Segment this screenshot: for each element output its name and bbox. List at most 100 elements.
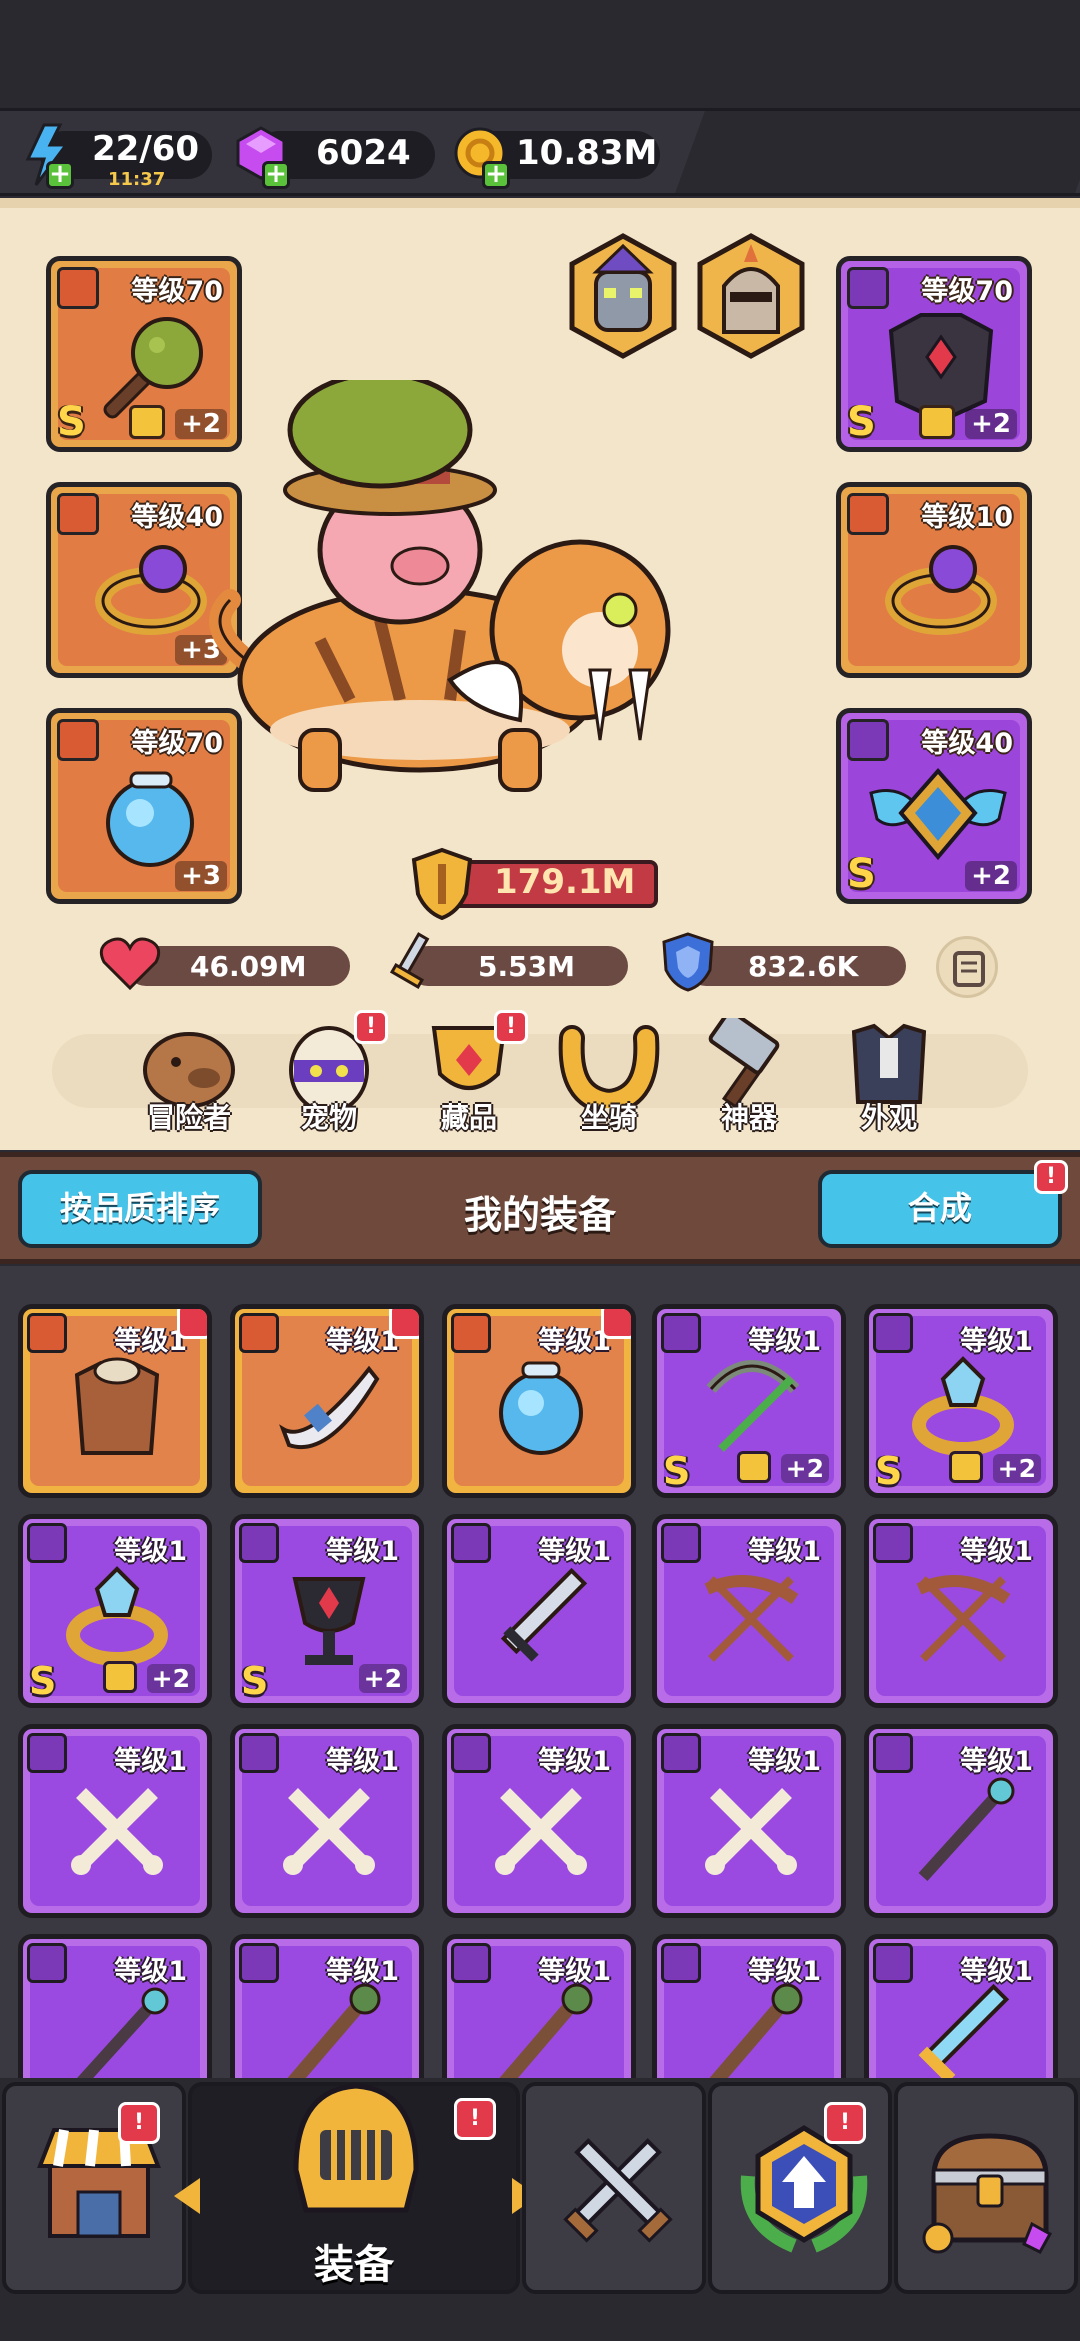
hp-value: 46.09M [190,950,307,983]
tab-equipment-label: 装备 [314,2242,394,2288]
character-avatar[interactable] [200,380,720,810]
item-type-icon [239,1313,279,1353]
crystal-orb-icon [106,771,194,867]
bonus-value: +2 [965,409,1017,439]
inventory-item[interactable]: 等级1 [18,1724,212,1918]
inventory-item[interactable]: 等级1 [864,1514,1058,1708]
hero-panel-edge [0,198,1080,208]
upgrade-notification-badge: ! [824,2102,866,2144]
heart-icon [99,937,161,991]
pet-notification-badge: ! [354,1010,388,1044]
inventory-item[interactable]: 等级1 S +2 [864,1304,1058,1498]
bonus-value: +2 [992,1454,1041,1483]
energy-add-icon[interactable]: + [46,161,74,189]
inventory-item[interactable]: 等级1 [442,1724,636,1918]
energy-timer: 11:37 [108,169,166,190]
nav-mount-label: 坐骑 [580,1101,637,1134]
inventory-item[interactable]: 等级1 S +2 [230,1514,424,1708]
tier-badge: S [241,1659,269,1703]
sort-by-quality-button[interactable]: 按品质排序 [18,1170,262,1248]
equip-slot-emblem[interactable]: 等级40 S +2 [836,708,1032,904]
ruby-chalice-icon [292,1577,366,1665]
tier-badge: S [847,399,876,445]
leather-armor-icon [74,1357,160,1455]
bone-club-icon [495,1788,587,1875]
lock-icon [737,1451,771,1483]
treasure-chest-icon [922,2133,1053,2254]
item-type-icon [873,1733,913,1773]
item-level: 等级1 [114,1956,187,1987]
nav-appearance-label: 外观 [860,1101,917,1134]
gold-add-icon[interactable]: + [482,161,510,189]
item-level: 等级1 [538,1956,611,1987]
equip-slot-armor[interactable]: 等级70 S +2 [836,256,1032,452]
inventory-item[interactable]: 等级1 [230,1304,424,1498]
bonus-value: +3 [175,861,227,891]
nav-pet-label: 宠物 [300,1101,357,1134]
slot-level: 等级70 [921,276,1013,307]
tab-battle[interactable] [522,2082,706,2294]
collection-notification-badge: ! [494,1010,528,1044]
shop-notification-badge: ! [118,2102,160,2144]
gold-value: 10.83M [516,133,658,173]
item-level: 等级1 [748,1536,821,1567]
item-level: 等级1 [960,1326,1033,1357]
item-level: 等级1 [326,1536,399,1567]
item-level: 等级1 [748,1746,821,1777]
defense-shield-icon [662,932,714,992]
bone-club-icon [705,1788,797,1875]
inventory-item[interactable]: 等级1 [442,1514,636,1708]
equip-slot-ring-2[interactable]: 等级10 [836,482,1032,678]
slot-level: 等级40 [921,728,1013,759]
sword-icon [389,932,430,990]
horseshoe-icon [558,1025,660,1116]
tab-upgrade[interactable]: ! [708,2082,892,2294]
power-shield-icon [411,847,473,920]
equipment-title: 我的装备 [463,1193,616,1237]
ring-type-icon [847,493,889,535]
item-type-icon [451,1733,491,1773]
inventory-item[interactable]: 等级1 [18,1304,212,1498]
horn-necklace-icon [279,1365,380,1450]
amethyst-ring-icon [95,545,207,635]
merge-button[interactable]: 合成 [818,1170,1062,1248]
item-type-icon [661,1733,701,1773]
resource-bar: + 22/60 11:37 + 6024 + 10.83M [0,108,1080,196]
inventory-item[interactable]: 等级1 [230,1724,424,1918]
robot-companion-icon[interactable] [566,232,680,360]
lock-icon [129,405,165,439]
item-type-icon [451,1313,491,1353]
slot-level: 等级70 [131,276,223,307]
defense-value: 832.6K [748,950,859,983]
slot-level: 等级10 [921,502,1013,533]
bonus-value: +2 [965,861,1017,891]
item-type-icon [239,1523,279,1563]
tier-badge: S [29,1659,57,1703]
list-icon [953,951,985,987]
bonus-value: +2 [780,1454,829,1483]
bonus-value: +2 [146,1664,195,1693]
details-button[interactable] [936,936,998,998]
gem-add-icon[interactable]: + [262,161,290,189]
upgrade-available-icon [177,1309,207,1339]
attack-value: 5.53M [478,950,575,983]
tab-shop[interactable]: ! [2,2082,186,2294]
item-type-icon [27,1733,67,1773]
inventory-item[interactable]: 等级1 S +2 [18,1514,212,1708]
item-type-icon [451,1943,491,1983]
tier-badge: S [57,399,86,445]
tier-badge: S [847,851,876,897]
knight-companion-icon[interactable] [694,232,808,360]
crystal-orb-icon [499,1361,583,1455]
inventory-item[interactable]: 等级1 [442,1304,636,1498]
inventory-item[interactable]: 等级1 [652,1514,846,1708]
inventory-item[interactable]: 等级1 [864,1724,1058,1918]
inventory-item[interactable]: 等级1 S +2 [652,1304,846,1498]
item-type-icon [661,1523,701,1563]
lock-icon [919,405,955,439]
crossed-arrows-bow-icon [704,1575,799,1662]
inventory-item[interactable]: 等级1 [652,1724,846,1918]
item-level: 等级1 [326,1746,399,1777]
tab-treasure[interactable] [894,2082,1078,2294]
tier-badge: S [875,1449,903,1493]
